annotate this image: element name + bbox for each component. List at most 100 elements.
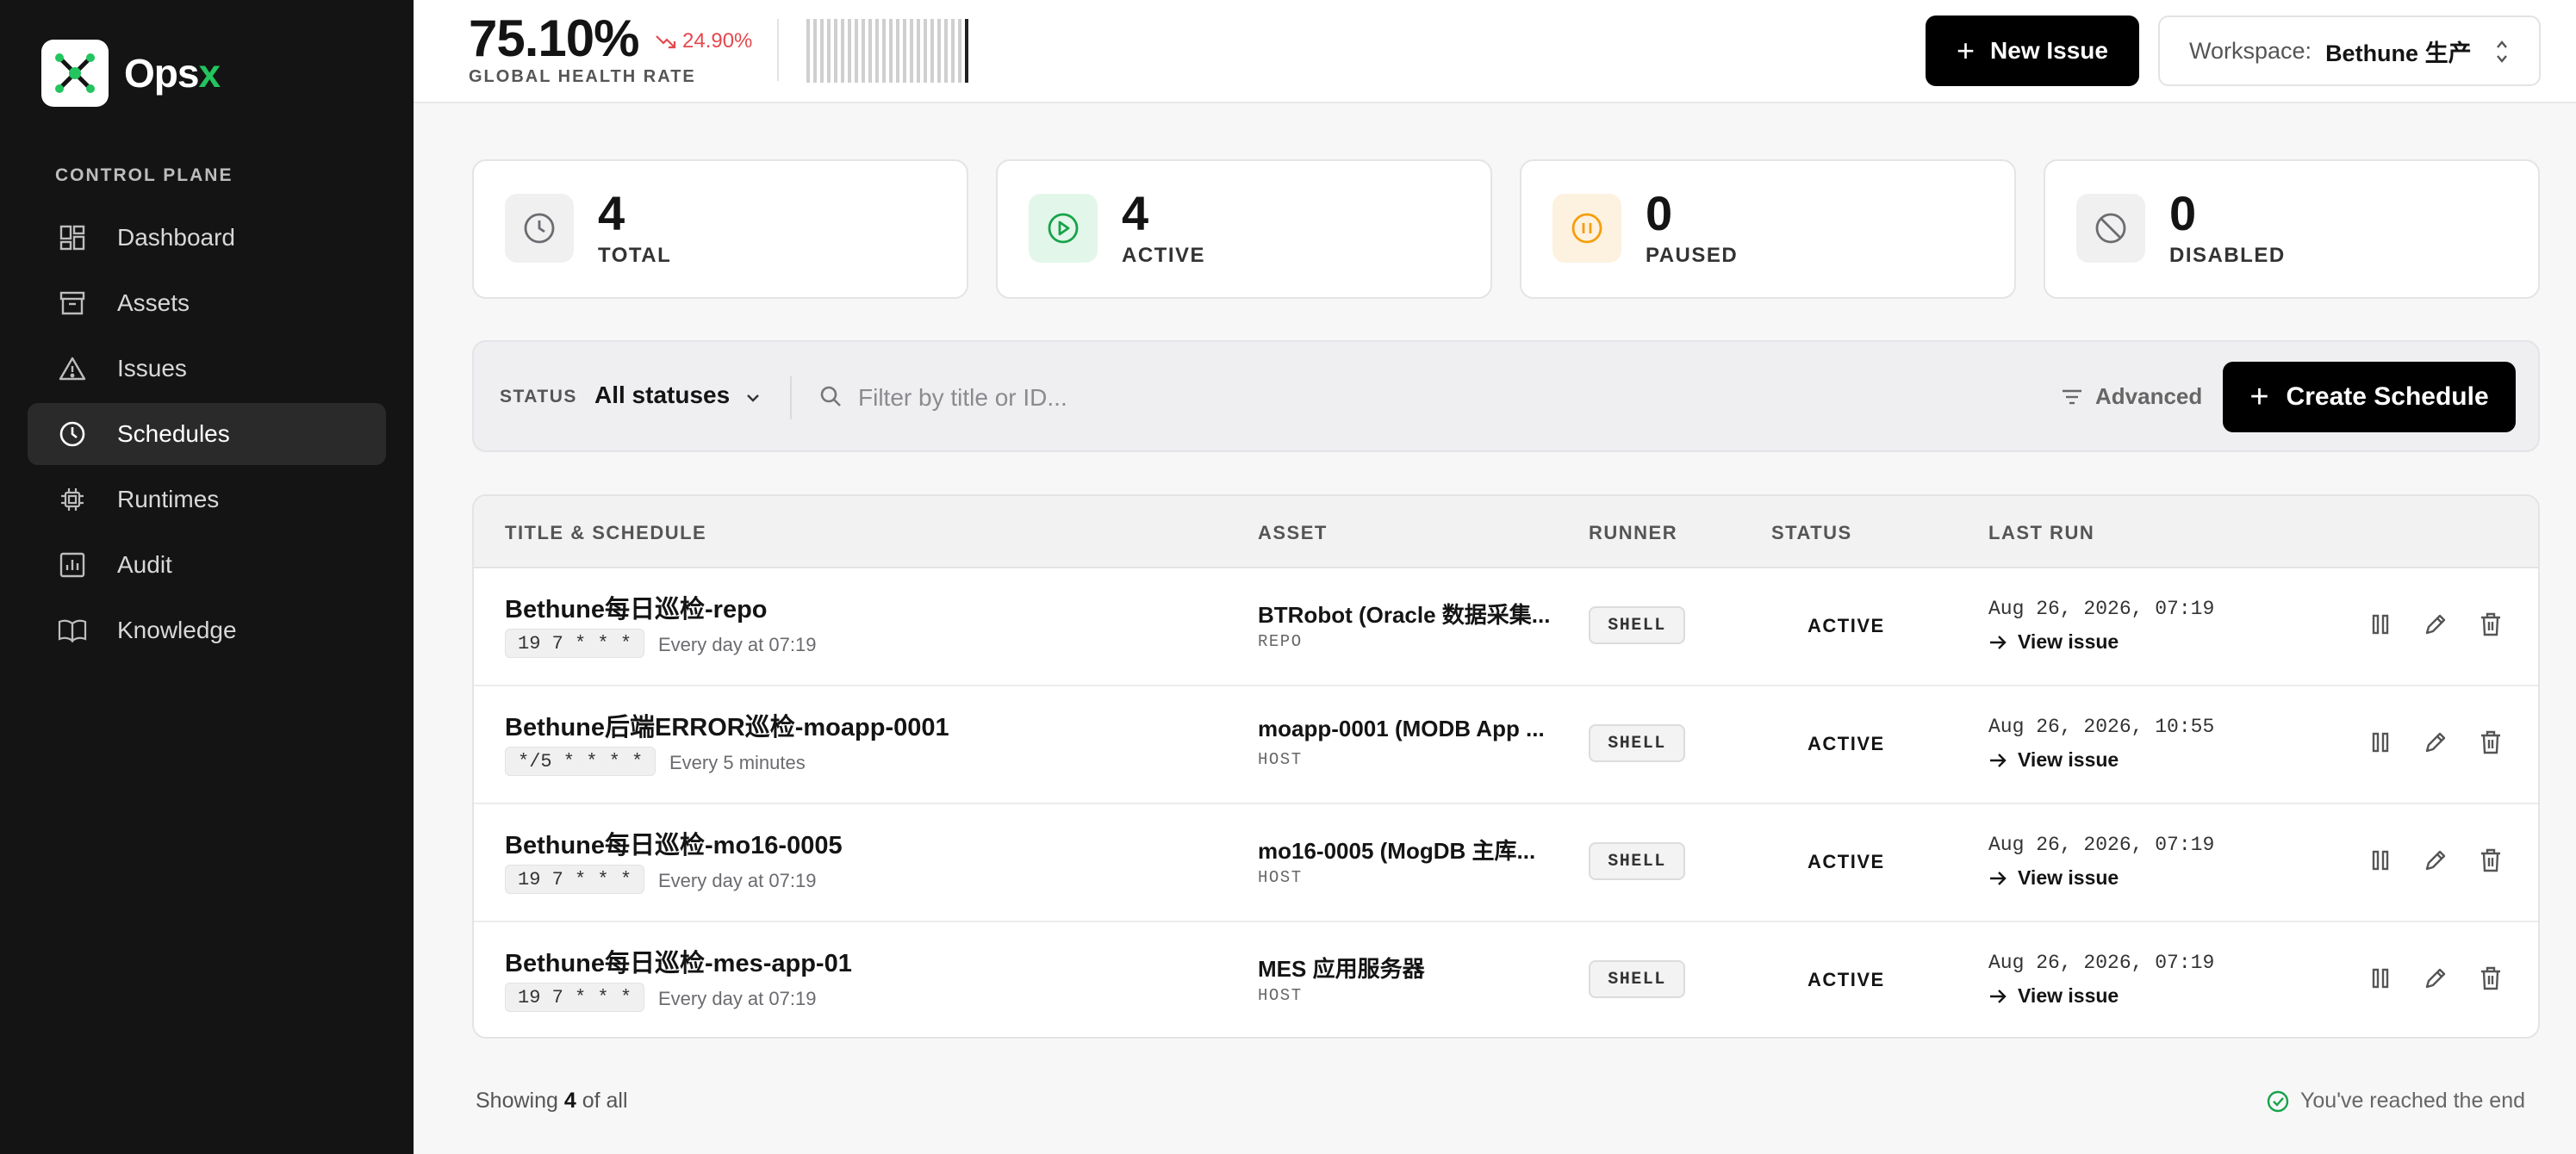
asset-type: HOST <box>1258 750 1303 769</box>
sidebar-item-issues[interactable]: Issues <box>28 338 386 400</box>
sidebar: Opsx CONTROL PLANE Dashboard Assets Issu… <box>0 0 414 1154</box>
stat-label: ACTIVE <box>1122 244 1206 267</box>
plus-icon: + <box>1957 33 1976 68</box>
stat-value: 4 <box>1122 186 1149 240</box>
cron-expression: */5 * * * * <box>505 747 656 776</box>
sidebar-item-label: Audit <box>117 551 172 578</box>
sparkline-bar <box>862 19 865 83</box>
schedule-title[interactable]: Bethune每日巡检-repo <box>505 589 768 625</box>
view-issue-link[interactable]: View issue <box>1988 748 2119 772</box>
trash-icon[interactable] <box>2476 964 2505 993</box>
view-issue-link[interactable]: View issue <box>1988 866 2119 890</box>
asset-type: HOST <box>1258 868 1303 887</box>
sidebar-item-knowledge[interactable]: Knowledge <box>28 599 386 661</box>
cron-expression: 19 7 * * * <box>505 629 645 658</box>
trash-icon[interactable] <box>2476 728 2505 757</box>
bar-chart-icon <box>57 549 88 580</box>
arrow-right-icon <box>1990 871 2007 885</box>
column-header-runner[interactable]: RUNNER <box>1589 522 1677 544</box>
asset-name[interactable]: moapp-0001 (MODB App ... <box>1258 716 1568 742</box>
pause-circle-icon <box>1552 194 1621 263</box>
column-header-asset[interactable]: ASSET <box>1258 522 1328 544</box>
schedule-description: Every day at 07:19 <box>658 988 817 1009</box>
cron-expression: 19 7 * * * <box>505 983 645 1012</box>
column-header-status[interactable]: STATUS <box>1771 522 1852 544</box>
trash-icon[interactable] <box>2476 610 2505 639</box>
schedule-description: Every day at 07:19 <box>658 634 817 655</box>
advanced-filter-button[interactable]: Advanced <box>2061 383 2202 410</box>
pause-icon[interactable] <box>2366 728 2395 757</box>
sparkline-bar <box>910 19 913 83</box>
sparkline-bar <box>889 19 893 83</box>
table-row[interactable]: Bethune每日巡检-mes-app-01 19 7 * * * Every … <box>474 922 2538 1037</box>
sparkline-bar <box>827 19 831 83</box>
new-issue-button[interactable]: + New Issue <box>1926 16 2139 86</box>
sidebar-item-label: Runtimes <box>117 486 220 512</box>
schedule-description: Every day at 07:19 <box>658 870 817 891</box>
cron-expression: 19 7 * * * <box>505 865 645 894</box>
opsx-logo-icon <box>41 40 109 107</box>
check-circle-icon <box>2267 1090 2289 1112</box>
last-run-time: Aug 26, 2026, 10:55 <box>1988 716 2215 738</box>
stat-card-total: 4 TOTAL <box>472 159 968 299</box>
row-actions <box>2366 846 2505 875</box>
edit-pencil-icon[interactable] <box>2421 846 2450 875</box>
sidebar-item-dashboard[interactable]: Dashboard <box>28 207 386 269</box>
column-header-last-run[interactable]: LAST RUN <box>1988 522 2094 544</box>
search-input[interactable] <box>858 384 1461 412</box>
asset-name[interactable]: BTRobot (Oracle 数据采集... <box>1258 598 1568 630</box>
pause-icon[interactable] <box>2366 846 2395 875</box>
health-rate: 75.10% <box>469 9 639 68</box>
create-schedule-button[interactable]: + Create Schedule <box>2223 362 2516 432</box>
last-run-time: Aug 26, 2026, 07:19 <box>1988 598 2215 620</box>
pause-icon[interactable] <box>2366 610 2395 639</box>
health-rate-delta: 24.90% <box>655 29 752 53</box>
sparkline-bar <box>937 19 941 83</box>
schedules-table: TITLE & SCHEDULE ASSET RUNNER STATUS LAS… <box>472 494 2540 1039</box>
health-rate-value: 75.10% <box>469 9 639 67</box>
stat-card-disabled: 0 DISABLED <box>2044 159 2540 299</box>
column-header-title[interactable]: TITLE & SCHEDULE <box>505 522 706 544</box>
schedule-title[interactable]: Bethune每日巡检-mo16-0005 <box>505 825 843 861</box>
sidebar-item-audit[interactable]: Audit <box>28 534 386 596</box>
stat-value: 0 <box>2169 186 2197 240</box>
sparkline-bar <box>882 19 886 83</box>
dashboard-icon <box>57 222 88 253</box>
runner-badge: SHELL <box>1589 606 1685 644</box>
status-filter-label: STATUS <box>500 387 577 406</box>
end-of-list: You've reached the end <box>2266 1089 2525 1114</box>
sidebar-item-label: Schedules <box>117 420 230 447</box>
asset-name[interactable]: MES 应用服务器 <box>1258 952 1568 983</box>
edit-pencil-icon[interactable] <box>2421 610 2450 639</box>
filter-lines-icon <box>2063 389 2081 404</box>
table-row[interactable]: Bethune后端ERROR巡检-moapp-0001 */5 * * * * … <box>474 686 2538 804</box>
sidebar-nav: Dashboard Assets Issues Schedules Runtim… <box>28 207 386 665</box>
schedule-title[interactable]: Bethune后端ERROR巡检-moapp-0001 <box>505 707 949 743</box>
arrow-right-icon <box>1990 753 2007 767</box>
arrow-right-icon <box>1990 989 2007 1003</box>
divider <box>777 19 779 81</box>
sidebar-item-schedules[interactable]: Schedules <box>28 403 386 465</box>
nav-section-label: CONTROL PLANE <box>55 165 233 185</box>
schedule-title[interactable]: Bethune每日巡检-mes-app-01 <box>505 943 852 979</box>
table-row[interactable]: Bethune每日巡检-mo16-0005 19 7 * * * Every d… <box>474 804 2538 922</box>
workspace-selector[interactable]: Workspace: Bethune 生产 <box>2158 16 2541 86</box>
stat-card-paused: 0 PAUSED <box>1520 159 2016 299</box>
asset-name[interactable]: mo16-0005 (MogDB 主库... <box>1258 834 1568 866</box>
asset-type: HOST <box>1258 986 1303 1005</box>
last-run-time: Aug 26, 2026, 07:19 <box>1988 952 2215 974</box>
status-filter-select[interactable]: All statuses <box>594 382 761 409</box>
brand[interactable]: Opsx <box>41 40 221 107</box>
edit-pencil-icon[interactable] <box>2421 728 2450 757</box>
sidebar-item-assets[interactable]: Assets <box>28 272 386 334</box>
view-issue-link[interactable]: View issue <box>1988 630 2119 654</box>
sparkline-bar <box>965 19 968 83</box>
pause-icon[interactable] <box>2366 964 2395 993</box>
table-row[interactable]: Bethune每日巡检-repo 19 7 * * * Every day at… <box>474 568 2538 686</box>
trash-icon[interactable] <box>2476 846 2505 875</box>
sparkline-bar <box>841 19 844 83</box>
sidebar-item-runtimes[interactable]: Runtimes <box>28 468 386 530</box>
edit-pencil-icon[interactable] <box>2421 964 2450 993</box>
view-issue-link[interactable]: View issue <box>1988 984 2119 1008</box>
sparkline-bar <box>917 19 920 83</box>
